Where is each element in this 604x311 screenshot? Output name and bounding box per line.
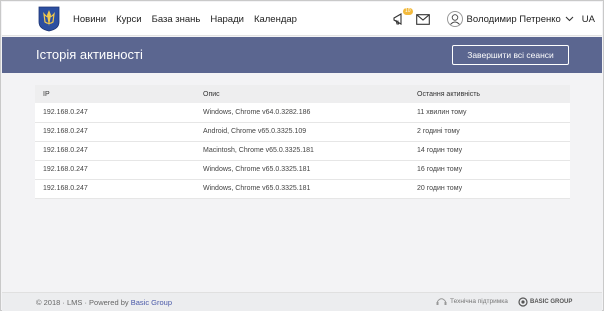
envelope-icon: [415, 13, 430, 25]
footer: © 2018 · LMS · Powered by Basic Group Те…: [2, 292, 602, 311]
table-header-row: IP Опис Остання активність: [35, 85, 570, 103]
table-row: 192.168.0.247 Macintosh, Chrome v65.0.33…: [35, 141, 570, 160]
cell-ip: 192.168.0.247: [43, 185, 88, 192]
end-all-sessions-button[interactable]: Завершити всі сеанси: [452, 45, 569, 65]
activity-table: IP Опис Остання активність 192.168.0.247…: [35, 85, 570, 199]
basic-group-logo[interactable]: BASIC GROUP: [518, 297, 572, 307]
table-row: 192.168.0.247 Android, Chrome v65.0.3325…: [35, 122, 570, 141]
cell-description: Macintosh, Chrome v65.0.3325.181: [203, 147, 314, 154]
column-header-description: Опис: [203, 90, 220, 98]
notifications-badge: 10: [402, 8, 413, 15]
app-frame: Новини Курси База знань Наради Календар …: [0, 0, 604, 311]
copyright-text: © 2018 · LMS · Powered by: [36, 298, 131, 307]
nav-news[interactable]: Новини: [73, 14, 106, 25]
basic-group-mark-icon: [518, 297, 528, 307]
headset-icon: [436, 298, 447, 305]
page-header-banner: Історія активності Завершити всі сеанси: [2, 37, 602, 73]
column-header-last-activity: Остання активність: [417, 90, 481, 98]
cell-description: Android, Chrome v65.0.3325.109: [203, 128, 307, 135]
cell-last-activity: 20 годин тому: [417, 185, 463, 192]
support-link[interactable]: Технічна підтримка: [436, 297, 508, 306]
column-header-ip: IP: [43, 90, 50, 98]
avatar[interactable]: [446, 11, 463, 27]
language-switcher[interactable]: UA: [582, 14, 595, 25]
main-nav: Новини Курси База знань Наради Календар: [73, 2, 297, 36]
user-name[interactable]: Володимир Петренко: [467, 14, 561, 25]
cell-last-activity: 11 хвилин тому: [417, 108, 467, 116]
cell-last-activity: 16 годин тому: [417, 166, 463, 173]
header-actions: 10 Володимир Петренко UA: [391, 2, 602, 36]
cell-description: Windows, Chrome v64.0.3282.186: [203, 108, 311, 116]
kyiv-coat-of-arms-logo[interactable]: [38, 6, 60, 32]
cell-last-activity: 14 годин тому: [417, 147, 463, 154]
powered-by-link[interactable]: Basic Group: [131, 298, 172, 307]
messages-button[interactable]: [415, 11, 431, 27]
table-row: 192.168.0.247 Windows, Chrome v65.0.3325…: [35, 179, 570, 198]
cell-ip: 192.168.0.247: [43, 128, 88, 135]
brand-label: BASIC GROUP: [530, 299, 573, 305]
nav-knowledge-base[interactable]: База знань: [152, 14, 201, 25]
cell-ip: 192.168.0.247: [43, 166, 88, 173]
page-title: Історія активності: [36, 47, 143, 62]
activity-table-card: IP Опис Остання активність 192.168.0.247…: [35, 85, 570, 199]
footer-copyright: © 2018 · LMS · Powered by Basic Group: [36, 298, 172, 307]
nav-courses[interactable]: Курси: [116, 14, 142, 25]
table-row: 192.168.0.247 Windows, Chrome v64.0.3282…: [35, 103, 570, 122]
cell-description: Windows, Chrome v65.0.3325.181: [203, 185, 311, 192]
cell-description: Windows, Chrome v65.0.3325.181: [203, 166, 311, 173]
cell-ip: 192.168.0.247: [43, 147, 88, 154]
cell-ip: 192.168.0.247: [43, 108, 88, 116]
top-navbar: Новини Курси База знань Наради Календар …: [2, 2, 602, 36]
cell-last-activity: 2 годині тому: [417, 128, 460, 135]
notifications-button[interactable]: 10: [391, 8, 413, 27]
support-label: Технічна підтримка: [450, 298, 508, 305]
user-avatar-icon: [449, 14, 460, 26]
chevron-down-icon[interactable]: [565, 16, 574, 22]
table-row: 192.168.0.247 Windows, Chrome v65.0.3325…: [35, 160, 570, 179]
nav-calendar[interactable]: Календар: [254, 14, 297, 25]
nav-meetings[interactable]: Наради: [210, 14, 244, 25]
